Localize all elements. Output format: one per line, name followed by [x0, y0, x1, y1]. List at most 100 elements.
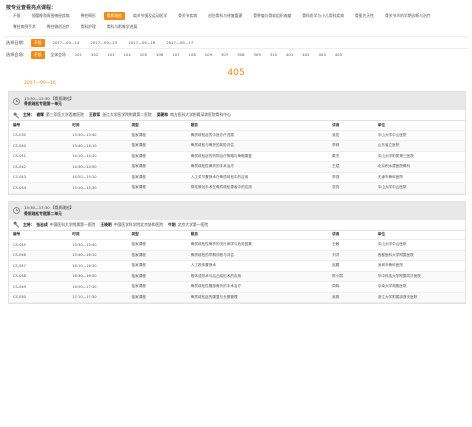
room-option[interactable]: 107 — [169, 51, 182, 59]
host-organization: 中国医学科学院北京协和医院 — [113, 221, 164, 227]
host-name: 王晓明 — [100, 221, 112, 227]
topic-option[interactable]: 骨质疏松 — [103, 12, 125, 20]
table-cell: 王斌 — [328, 161, 374, 173]
table-row[interactable]: CS-042 14:30—14:50 独家课程 骨质疏松性骨折的手术治疗 王斌 北京积水潭… — [9, 161, 465, 173]
table-cell: 人工关节置换术在骨质疏松中的应用 — [186, 172, 329, 183]
table-cell: 赵鹏 — [328, 260, 374, 272]
host-organization: 南方医科大学附属深圳医院骨科中心 — [170, 112, 231, 117]
date-options: 不限 2017—09—14 2017—09—15 2017—09—16 2017—09—… — [30, 38, 201, 47]
room-option[interactable]: 108 — [185, 51, 198, 59]
topic-option[interactable]: 颈腰椎和周围神经疾病 — [29, 12, 73, 20]
room-option[interactable]: 不限 — [30, 50, 45, 59]
room-option[interactable]: 402 — [299, 51, 312, 59]
session-name: 骨质疏松专题第一单元 — [24, 101, 62, 106]
table-cell: 独家课程 — [127, 271, 187, 282]
table-cell: 中南大学湘雅医院 — [373, 281, 465, 293]
host-entry: 王晓明 中国医学科学院北京协和医院 — [100, 222, 163, 228]
room-option[interactable]: 103 — [104, 51, 117, 59]
clock-icon — [12, 207, 20, 215]
topic-option[interactable]: 骨科与影像学进展 — [104, 23, 140, 31]
table-cell: 李莉 — [328, 140, 374, 152]
session-time: 15:30—17:30 【骨质疏松】 — [24, 205, 74, 210]
table-cell: 中山大学附属第三医院 — [373, 151, 465, 162]
date-option[interactable]: 2017—09—14 — [50, 39, 83, 47]
sessions: 13:30—15:30 【骨质疏松】 骨质疏松专题第一单元 主持： 谢辉 第三军医大学西… — [4, 91, 468, 304]
room-option[interactable]: 109 — [202, 51, 215, 59]
table-cell: 北京积水潭医院骨科 — [373, 161, 465, 173]
room-option[interactable]: 401 — [283, 51, 296, 59]
schedule-date: 2017—09—16 — [24, 81, 56, 86]
microphone-icon — [12, 221, 20, 229]
table-cell: 陈小丽 — [328, 271, 374, 282]
host-entry: 牛刚 北京大学第一医院 — [168, 222, 208, 228]
topic-option[interactable]: 骨肌先天性 — [352, 12, 377, 20]
room-option[interactable]: 403 — [315, 51, 328, 59]
room-option[interactable]: 104 — [120, 51, 133, 59]
table-header-row: 编号 时间 类型 题目 讲者 单位 — [9, 121, 465, 131]
table-cell: 骨质疏松性髋部骨折的手术治疗 — [186, 281, 329, 293]
column-header: 编号 — [9, 230, 69, 240]
topic-filter: 不限 颈腰椎和周围神经疾病 脊柱畸形 骨质疏松 肩关节镜及运动医学 骨关节疾病 创伤骨科与修… — [10, 12, 468, 34]
table-row[interactable]: CS-043 14:50—15:10 独家课程 人工关节置换术在骨质疏松中的应用 李强天… — [9, 172, 465, 183]
topic-option[interactable]: 不限 — [10, 12, 24, 20]
table-cell: 浙江大学附属邵逸夫医院 — [373, 292, 465, 303]
room-option[interactable]: 310 — [267, 51, 280, 59]
column-header: 讲者 — [328, 121, 374, 131]
host-organization: 北京大学第一医院 — [177, 221, 209, 227]
topic-option[interactable]: 骨科医学与小儿骨科疾病 — [299, 12, 347, 20]
table-row[interactable]: CS-049 16:50—17:10 独家课程 骨质疏松性髋部骨折的手术治疗 周辉 中南大… — [9, 281, 465, 293]
table-cell: 15:40—16:10 — [68, 250, 128, 261]
table-cell: 张亮 — [328, 182, 374, 194]
room-option[interactable]: 405 — [332, 51, 345, 59]
table-row[interactable]: CS-046 15:40—16:10 独家课程 骨质疏松的早期诊断与评估 刘洋 首都医科大… — [9, 250, 465, 261]
date-option[interactable]: 2017—09—17 — [163, 39, 196, 47]
topic-option[interactable]: 骨关节疾病 — [175, 12, 200, 20]
topic-option[interactable]: 骨科护理 — [78, 23, 99, 31]
table-row[interactable]: CS-040 13:40—14:10 独家课程 骨质疏松与骨折的风险评估 李莉 山东省立医… — [9, 140, 465, 152]
table-cell: 17:10—17:30 — [68, 292, 128, 303]
table-row[interactable]: CS-041 14:10—14:30 独家课程 骨质疏松症的药物治疗策略与骨骼康复 戴杰… — [9, 151, 465, 162]
topic-option[interactable]: 创伤骨科与修复重建 — [205, 12, 245, 20]
room-option[interactable]: 105 — [137, 51, 150, 59]
table-cell: 周辉 — [328, 281, 374, 293]
schedule-table: 编号 时间 类型 题目 讲者 单位 CS-030 13:30—13:40 独家课程 骨质疏松症的中… — [9, 121, 465, 194]
table-cell: CS-041 — [9, 151, 69, 162]
room-option[interactable]: 308 — [234, 51, 247, 59]
room-option[interactable]: 106 — [153, 51, 166, 59]
table-cell: 独家课程 — [127, 140, 187, 152]
session-hosts: 主持： 谢辉 第三军医大学西南医院 王欧军 浙江大学医学院附属第二医院 吴朝林 南方医科大学… — [9, 110, 465, 121]
topic-option[interactable]: 脊柱畸形 — [78, 12, 99, 20]
topic-option[interactable]: 肩关节镜及运动医学 — [130, 12, 170, 20]
table-row[interactable]: CS-047 16:10—16:30 独家课程 人工椎体置换术 赵鹏 深圳市骨科医院 — [9, 260, 465, 272]
table-row[interactable]: CS-045 15:30—15:40 独家课程 骨质疏松性骨折的流行病学与危险因素 王敏… — [9, 239, 465, 251]
table-cell: CS-046 — [9, 250, 69, 261]
column-header: 类型 — [127, 121, 187, 131]
table-cell: 独家课程 — [127, 151, 187, 162]
host-entry: 谢辉 第三军医大学西南医院 — [36, 112, 84, 118]
topic-option[interactable]: 骨关节炎的早期诊断与治疗 — [382, 12, 434, 20]
topic-option[interactable]: 脊柱微创治疗 — [44, 23, 73, 31]
room-option[interactable]: 307 — [218, 51, 231, 59]
room-option[interactable]: 102 — [88, 51, 101, 59]
date-option[interactable]: 2017—09—15 — [87, 39, 120, 47]
room-option[interactable]: 101 — [72, 51, 85, 59]
topic-option[interactable]: 骨肿瘤与骨软组织肉瘤 — [250, 12, 294, 20]
table-row[interactable]: CS-044 15:10—15:30 独家课程 脊柱微创手术在骨质疏松患者中的应用 张亮… — [9, 182, 465, 194]
room-option[interactable]: 309 — [250, 51, 263, 59]
table-cell: 14:10—14:30 — [68, 151, 128, 162]
topic-filter-title: 按专业查看亮点课程： — [6, 5, 57, 11]
room-option[interactable]: 全体会场 — [48, 51, 69, 59]
table-row[interactable]: CS-050 17:10—17:30 独家课程 骨质疏松症的康复与长期管理 吴刚 浙江大学… — [9, 292, 465, 303]
date-option[interactable]: 2017—09—16 — [125, 39, 158, 47]
room-options: 不限 全体会场 101 102 103 104 105 106 107 108 109 307 308 3… — [30, 50, 348, 59]
table-cell: 天津市骨科医院 — [373, 172, 465, 183]
date-option[interactable]: 不限 — [30, 38, 45, 47]
table-row[interactable]: CS-048 16:30—16:50 独家课程 椎体成形术与后凸成形术的应用 陈小丽 华中… — [9, 271, 465, 282]
topic-option[interactable]: 脊柱病例手术 — [10, 23, 39, 31]
table-cell: 骨质疏松症的中医诊疗进展 — [186, 130, 329, 141]
table-row[interactable]: CS-030 13:30—13:40 独家课程 骨质疏松症的中医诊疗进展 吴宏 中山大学中… — [9, 130, 465, 141]
column-header: 时间 — [68, 121, 128, 131]
table-cell: 李强 — [328, 172, 374, 183]
session-info: 15:30—17:30 【骨质疏松】 骨质疏松专题第二单元 — [24, 205, 74, 216]
table-cell: 骨质疏松与骨折的风险评估 — [186, 140, 329, 152]
